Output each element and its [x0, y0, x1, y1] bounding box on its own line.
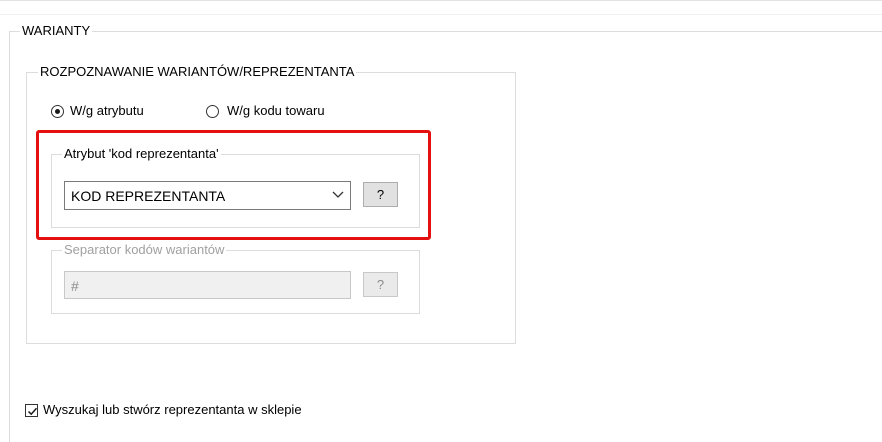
- separator-group-title: Separator kodów wariantów: [62, 242, 227, 258]
- checkmark-icon: [27, 407, 38, 416]
- highlight-box: [36, 130, 431, 240]
- top-divider: [0, 0, 882, 1]
- radio-by-attribute-label[interactable]: W/g atrybutu: [70, 103, 144, 119]
- radio-selected-dot: [55, 109, 60, 114]
- separator-input: #: [64, 271, 351, 299]
- radio-by-attribute[interactable]: [51, 105, 64, 118]
- rozpoznawanie-group-title: ROZPOZNAWANIE WARIANTÓW/REPREZENTANTA: [38, 64, 357, 80]
- separator-help-button: ?: [363, 272, 398, 297]
- warianty-group-title: WARIANTY: [20, 23, 93, 39]
- radio-by-product-code-label[interactable]: W/g kodu towaru: [227, 103, 325, 119]
- create-representative-checkbox[interactable]: [25, 404, 38, 417]
- radio-by-product-code[interactable]: [206, 105, 219, 118]
- top-divider-secondary: [0, 14, 882, 15]
- create-representative-label[interactable]: Wyszukaj lub stwórz reprezentanta w skle…: [43, 402, 302, 418]
- separator-input-value: #: [71, 278, 79, 294]
